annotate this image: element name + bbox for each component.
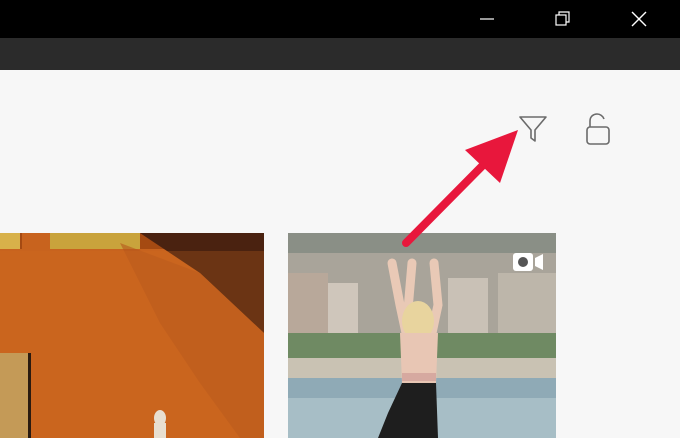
photo-thumbnail [0, 233, 264, 438]
close-button[interactable] [614, 0, 664, 38]
close-icon [631, 11, 647, 27]
minimize-button[interactable] [462, 0, 512, 38]
title-bar [0, 0, 680, 38]
video-badge [512, 251, 544, 273]
minimize-icon [480, 18, 494, 20]
video-camera-icon [513, 253, 543, 271]
unlock-button[interactable] [580, 110, 616, 150]
media-item-video[interactable] [288, 233, 556, 438]
media-item-photo[interactable] [0, 233, 264, 438]
filter-icon [519, 116, 547, 142]
restore-icon [555, 11, 570, 26]
restore-button[interactable] [538, 0, 588, 38]
toolbar-strip [0, 38, 680, 70]
filter-button[interactable] [513, 108, 553, 148]
app-window [0, 0, 680, 438]
unlock-icon [586, 113, 610, 145]
media-view [0, 70, 680, 438]
